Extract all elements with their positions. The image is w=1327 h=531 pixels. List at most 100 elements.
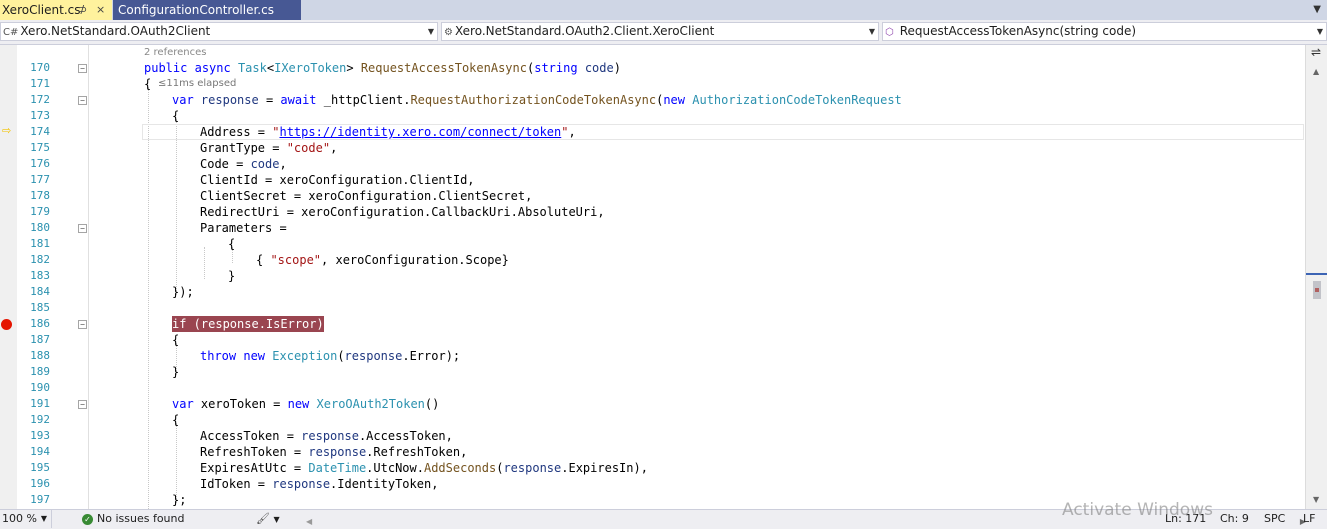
scroll-down-icon[interactable]: ▼	[1313, 495, 1319, 504]
zoom-level: 100 %	[2, 512, 37, 525]
check-icon: ✓	[82, 513, 93, 525]
code-cleanup-button[interactable]: 🖌 ▼	[256, 510, 280, 529]
code-text: var response = await _httpClient.Request…	[172, 93, 902, 107]
whitespace-indicator[interactable]: SPC	[1264, 510, 1285, 528]
line-number: 186	[30, 317, 50, 330]
code-line: 184 });	[0, 284, 1305, 300]
line-number: 174	[30, 125, 50, 138]
issues-indicator[interactable]: ✓ No issues found	[82, 510, 184, 528]
code-line: 192 {	[0, 412, 1305, 428]
line-ending-indicator[interactable]: LF	[1303, 510, 1315, 528]
code-line: 191 − var xeroToken = new XeroOAuth2Toke…	[0, 396, 1305, 412]
chevron-down-icon: ▼	[273, 515, 280, 524]
line-number: 171	[30, 77, 50, 90]
tab-label: XeroClient.cs	[2, 3, 81, 17]
code-line: 172 − var response = await _httpClient.R…	[0, 92, 1305, 108]
code-line: 175 GrantType = "code",	[0, 140, 1305, 156]
chevron-down-icon: ▼	[868, 27, 875, 36]
tab-label: ConfigurationController.cs	[118, 3, 274, 17]
vertical-scrollbar[interactable]: ⇌ ▲ ▼	[1305, 45, 1327, 509]
line-number: 184	[30, 285, 50, 298]
line-number: 177	[30, 173, 50, 186]
line-number: 192	[30, 413, 50, 426]
csharp-project-icon: C#	[3, 27, 19, 38]
line-number: 175	[30, 141, 50, 154]
split-editor-icon[interactable]: ⇌	[1311, 45, 1321, 59]
code-line: 194 RefreshToken = response.RefreshToken…	[0, 444, 1305, 460]
zoom-dropdown[interactable]: 100 % ▼	[0, 510, 52, 528]
code-text: ExpiresAtUtc = DateTime.UtcNow.AddSecond…	[200, 461, 648, 475]
document-tab-bar: XeroClient.cs ⊅ × ConfigurationControlle…	[0, 0, 1327, 20]
line-number: 193	[30, 429, 50, 442]
line-number: 176	[30, 157, 50, 170]
code-text: {	[172, 109, 180, 123]
collapse-icon[interactable]: −	[78, 320, 87, 329]
line-number: 178	[30, 189, 50, 202]
collapse-icon[interactable]: −	[78, 400, 87, 409]
line-number: 183	[30, 269, 50, 282]
breakpoint-icon[interactable]	[1, 319, 12, 330]
code-line: 171 { ≤11ms elapsed	[0, 76, 1305, 92]
line-number: 180	[30, 221, 50, 234]
perf-tip[interactable]: ≤11ms elapsed	[158, 76, 236, 92]
class-dropdown[interactable]: ⚙ Xero.NetStandard.OAuth2.Client.XeroClie…	[441, 22, 879, 41]
code-line: 189 }	[0, 364, 1305, 380]
collapse-icon[interactable]: −	[78, 96, 87, 105]
code-text: Code = code,	[200, 157, 287, 171]
navigation-bar: C# Xero.NetStandard.OAuth2Client ▼ ⚙ Xero.…	[0, 20, 1327, 45]
line-number: 179	[30, 205, 50, 218]
code-line: 178 ClientSecret = xeroConfiguration.Cli…	[0, 188, 1305, 204]
column-indicator[interactable]: Ch: 9	[1220, 510, 1249, 528]
project-dropdown[interactable]: C# Xero.NetStandard.OAuth2Client ▼	[0, 22, 438, 41]
line-number: 194	[30, 445, 50, 458]
caret-position-marker	[1306, 273, 1327, 275]
tab-list-dropdown-icon[interactable]: ▼	[1313, 0, 1321, 20]
code-text: var xeroToken = new XeroOAuth2Token()	[172, 397, 440, 411]
code-text: Address = "https://identity.xero.com/con…	[200, 125, 576, 139]
code-text: }	[228, 269, 236, 283]
breakpoint-marker	[1315, 288, 1319, 292]
code-text: RedirectUri = xeroConfiguration.Callback…	[200, 205, 605, 219]
project-label: Xero.NetStandard.OAuth2Client	[20, 24, 211, 38]
code-line: 180 − Parameters =	[0, 220, 1305, 236]
code-editor[interactable]: 2 references ⇨ 170 − public async Task<I…	[0, 45, 1305, 509]
code-text: {	[144, 77, 152, 91]
close-icon[interactable]: ×	[96, 0, 105, 20]
url-link[interactable]: https://identity.xero.com/connect/token	[279, 125, 561, 139]
tab-xeroclient[interactable]: XeroClient.cs ⊅ ×	[0, 0, 112, 20]
collapse-icon[interactable]: −	[78, 224, 87, 233]
code-line: 196 IdToken = response.IdentityToken,	[0, 476, 1305, 492]
code-line: 186 − if (response.IsError)	[0, 316, 1305, 332]
line-number: 190	[30, 381, 50, 394]
code-line: 177 ClientId = xeroConfiguration.ClientI…	[0, 172, 1305, 188]
brush-icon: 🖌	[256, 512, 270, 525]
pin-icon[interactable]: ⊅	[78, 0, 87, 20]
code-text: }	[172, 365, 180, 379]
code-text: {	[172, 413, 180, 427]
code-text: { "scope", xeroConfiguration.Scope}	[256, 253, 509, 267]
code-text: public async Task<IXeroToken> RequestAcc…	[144, 61, 621, 75]
chevron-down-icon: ▼	[1316, 27, 1323, 36]
code-line: 182 { "scope", xeroConfiguration.Scope}	[0, 252, 1305, 268]
code-line: 176 Code = code,	[0, 156, 1305, 172]
line-number: 189	[30, 365, 50, 378]
code-text: throw new Exception(response.Error);	[200, 349, 461, 363]
line-number: 173	[30, 109, 50, 122]
collapse-icon[interactable]: −	[78, 64, 87, 73]
code-line: 170 − public async Task<IXeroToken> Requ…	[0, 60, 1305, 76]
member-dropdown[interactable]: ⬡ RequestAccessTokenAsync(string code) ▼	[882, 22, 1327, 41]
member-label: RequestAccessTokenAsync(string code)	[899, 24, 1137, 38]
line-number: 185	[30, 301, 50, 314]
class-label: Xero.NetStandard.OAuth2.Client.XeroClien…	[454, 24, 715, 38]
line-number: 188	[30, 349, 50, 362]
references-codelens[interactable]: 2 references	[144, 45, 207, 61]
code-text: ClientSecret = xeroConfiguration.ClientS…	[200, 189, 533, 203]
line-number: 182	[30, 253, 50, 266]
tab-configurationcontroller[interactable]: ConfigurationController.cs	[113, 0, 301, 20]
activate-windows-watermark: Activate Windows	[1062, 500, 1213, 520]
scroll-left-icon[interactable]: ◀	[306, 513, 312, 531]
scroll-up-icon[interactable]: ▲	[1313, 67, 1319, 76]
issues-label: No issues found	[97, 512, 185, 525]
code-text: IdToken = response.IdentityToken,	[200, 477, 439, 491]
line-number: 196	[30, 477, 50, 490]
